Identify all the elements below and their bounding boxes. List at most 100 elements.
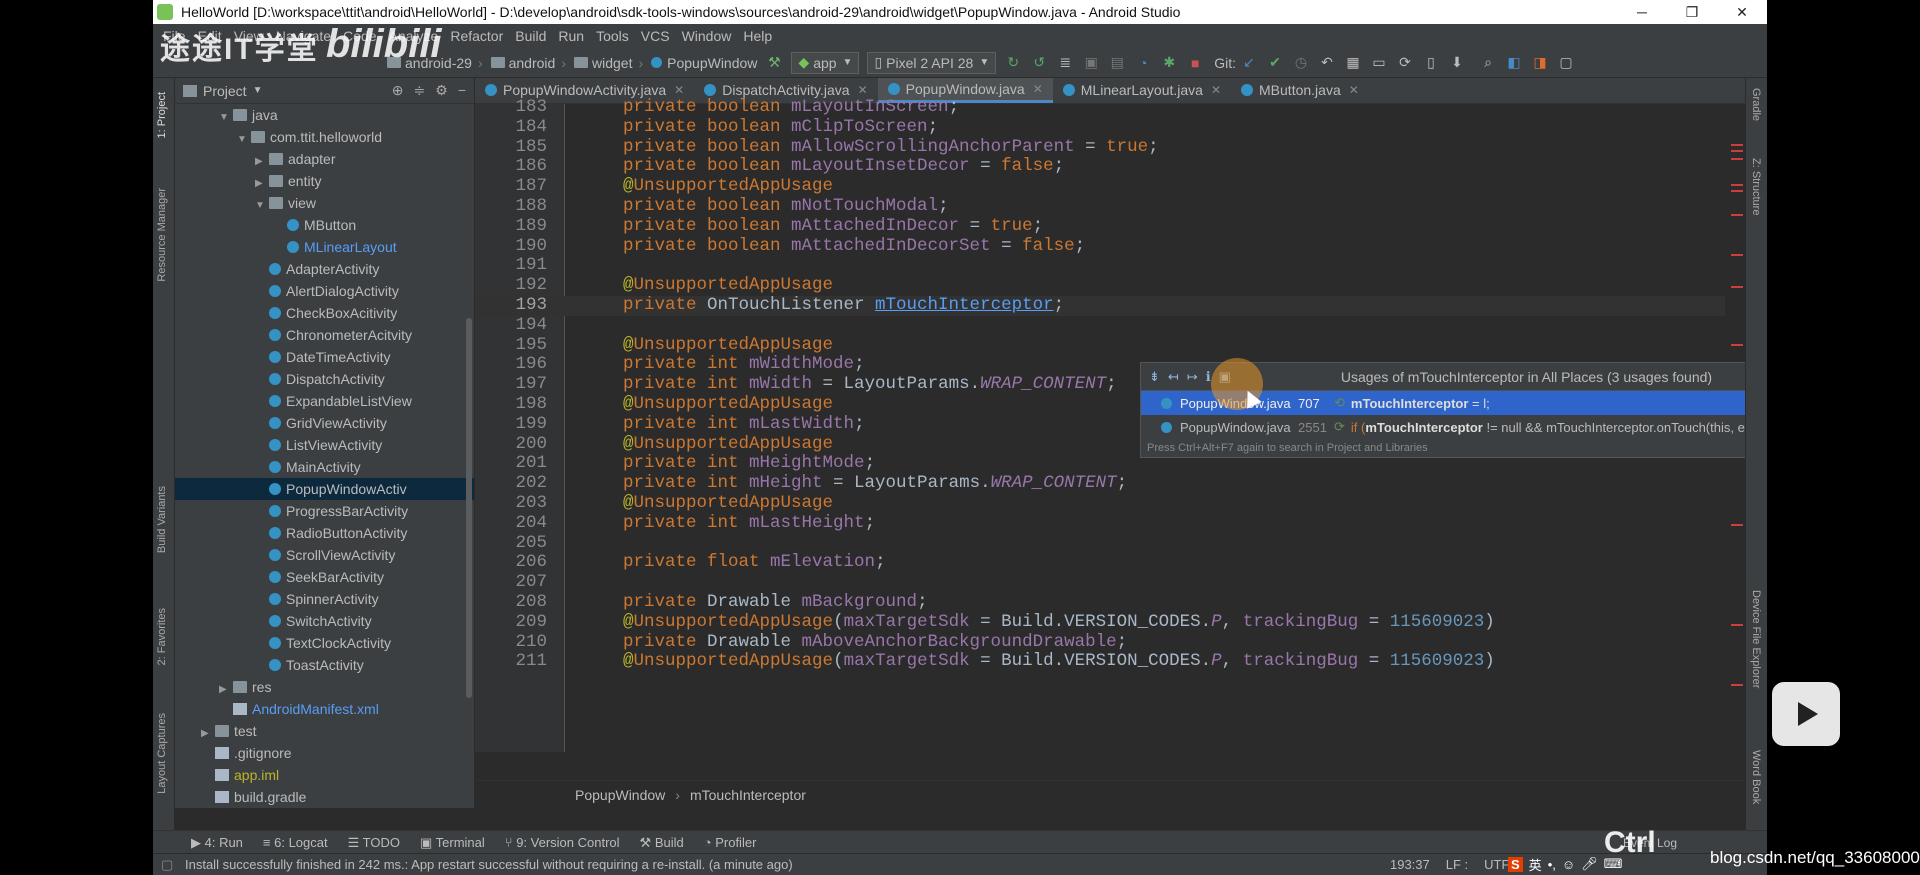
chevron-down-icon[interactable]: ▼ [253, 85, 263, 96]
code-line[interactable]: 211 @UnsupportedAppUsage(maxTargetSdk = B… [475, 651, 1725, 672]
close-icon[interactable]: ✕ [858, 83, 868, 97]
project-panel-title[interactable]: Project [203, 83, 247, 99]
tree-item[interactable]: ▶ res [175, 676, 474, 698]
tree-item[interactable]: GridViewActivity [175, 412, 474, 434]
tree-item[interactable]: SeekBarActivity [175, 566, 474, 588]
plugin-icon[interactable]: ◧ [1502, 52, 1526, 74]
code-line[interactable]: 207 [475, 572, 1725, 593]
code-line[interactable]: 192 @UnsupportedAppUsage [475, 275, 1725, 296]
locate-icon[interactable]: ⊕ [392, 82, 404, 99]
tree-item[interactable]: CheckBoxAcitivity [175, 302, 474, 324]
ime-language[interactable]: 英 [1529, 855, 1542, 874]
code-line[interactable]: 189 private boolean mAttachedInDecor = tr… [475, 216, 1725, 237]
close-icon[interactable]: ✕ [674, 83, 684, 97]
code-line[interactable]: 208 private Drawable mBackground; [475, 592, 1725, 613]
code-line[interactable]: 194 [475, 315, 1725, 336]
tree-item[interactable]: MainActivity [175, 456, 474, 478]
status-toggle-icon[interactable]: ▢ [161, 857, 173, 873]
code-line[interactable]: 188 private boolean mNotTouchModal; [475, 196, 1725, 217]
ime-punct-icon[interactable]: •, [1548, 857, 1556, 872]
close-icon[interactable]: ✕ [1211, 83, 1221, 97]
next-icon[interactable]: ↦ [1187, 369, 1198, 385]
breadcrumb-widget[interactable]: widget › [570, 55, 647, 71]
menu-tools[interactable]: Tools [590, 28, 635, 44]
tree-item[interactable]: build.gradle [175, 786, 474, 808]
tree-item[interactable]: ProgressBarActivity [175, 500, 474, 522]
tree-item[interactable]: TextClockActivity [175, 632, 474, 654]
close-button[interactable]: ✕ [1717, 4, 1767, 21]
minimize-button[interactable]: ─ [1617, 4, 1667, 20]
ime-emoji-icon[interactable]: ☺ [1562, 857, 1575, 872]
tree-item[interactable]: RadioButtonActivity [175, 522, 474, 544]
search-icon[interactable]: ⌕ [1476, 52, 1500, 74]
code-line[interactable]: 210 private Drawable mAboveAnchorBackgrou… [475, 632, 1725, 653]
breadcrumb-file[interactable]: PopupWindow [647, 55, 761, 71]
stop-icon[interactable]: ■ [1183, 52, 1207, 74]
tab-todo[interactable]: ☰ TODO [338, 835, 410, 851]
merge-icon[interactable]: ⇟ [1149, 369, 1160, 385]
project-structure-icon[interactable]: ▦ [1341, 52, 1365, 74]
tab-logcat[interactable]: ≡ 6: Logcat [253, 835, 338, 850]
tree-item[interactable]: ExpandableListView [175, 390, 474, 412]
device-select[interactable]: ▯ Pixel 2 API 28 ▼ [867, 51, 997, 74]
code-line[interactable]: 206 private float mElevation; [475, 552, 1725, 573]
plugin-icon[interactable]: ◨ [1528, 52, 1552, 74]
sdk-manager-icon[interactable]: ⬇ [1445, 52, 1469, 74]
sync-icon[interactable]: ⟳ [1393, 52, 1417, 74]
menu-help[interactable]: Help [737, 28, 778, 44]
code-line[interactable]: 195 @UnsupportedAppUsage [475, 335, 1725, 356]
tree-item[interactable]: ToastActivity [175, 654, 474, 676]
code-line[interactable]: 184 private boolean mClipToScreen; [475, 117, 1725, 138]
scrollbar[interactable] [466, 318, 472, 698]
tree-item[interactable]: MLinearLayout [175, 236, 474, 258]
code-line[interactable]: 204 private int mLastHeight; [475, 513, 1725, 534]
code-line[interactable]: 190 private boolean mAttachedInDecorSet =… [475, 236, 1725, 257]
tab-device-file-explorer[interactable]: Device File Explorer [1750, 590, 1762, 688]
close-icon[interactable]: ✕ [1033, 82, 1043, 96]
code-line[interactable]: 186 private boolean mLayoutInsetDecor = f… [475, 156, 1725, 177]
menu-build[interactable]: Build [509, 28, 552, 44]
menu-vcs[interactable]: VCS [635, 28, 676, 44]
sogou-ime-icon[interactable]: S [1508, 856, 1523, 872]
menu-run[interactable]: Run [552, 28, 590, 44]
ime-voice-icon[interactable]: 🎤︎ [1581, 856, 1598, 872]
code-line[interactable]: 203 @UnsupportedAppUsage [475, 493, 1725, 514]
tree-item[interactable]: ▶ entity [175, 170, 474, 192]
tree-item[interactable]: MButton [175, 214, 474, 236]
revert-icon[interactable]: ↶ [1315, 52, 1339, 74]
tab-run[interactable]: ▶ 4: Run [181, 835, 253, 851]
tree-item[interactable]: ▼ java [175, 104, 474, 126]
info-icon[interactable]: ℹ [1206, 369, 1211, 385]
tab-version-control[interactable]: ⑂ 9: Version Control [495, 835, 630, 850]
tree-item[interactable]: ListViewActivity [175, 434, 474, 456]
tree-item[interactable]: ▼ com.ttit.helloworld [175, 126, 474, 148]
code-line[interactable]: 187 @UnsupportedAppUsage [475, 176, 1725, 197]
tree-item[interactable]: AdapterActivity [175, 258, 474, 280]
tree-item[interactable]: AlertDialogActivity [175, 280, 474, 302]
code-line[interactable]: 209 @UnsupportedAppUsage(maxTargetSdk = B… [475, 612, 1725, 633]
breadcrumb-android[interactable]: android › [487, 55, 570, 71]
tree-item[interactable]: DateTimeActivity [175, 346, 474, 368]
collapse-icon[interactable]: ≑ [414, 82, 426, 99]
usage-row[interactable]: PopupWindow.java 2551 ⟳ if ( mTouchInter… [1141, 415, 1767, 439]
breadcrumb-class[interactable]: PopupWindow [575, 787, 665, 803]
tab-project[interactable]: 1: Project [156, 92, 168, 138]
hammer-icon[interactable]: ⚒ [762, 52, 786, 74]
tree-item[interactable]: ChronometerAcitvity [175, 324, 474, 346]
ime-keyboard-icon[interactable]: ⌨ [1604, 856, 1623, 872]
hide-icon[interactable]: − [458, 82, 466, 99]
code-line[interactable]: 185 private boolean mAllowScrollingAnchor… [475, 137, 1725, 158]
attach-debugger-icon[interactable]: ✱ [1157, 52, 1181, 74]
tree-item[interactable]: ▶ test [175, 720, 474, 742]
run-config-select[interactable]: ◆ app ▼ [791, 51, 860, 74]
tab-layout-captures[interactable]: Layout Captures [156, 713, 168, 794]
line-ending[interactable]: LF : [1446, 857, 1468, 872]
code-line[interactable]: 191 [475, 256, 1725, 276]
code-line[interactable]: 183 private boolean mLayoutInScreen; [475, 97, 1725, 118]
caret-position[interactable]: 193:37 [1390, 857, 1430, 872]
tab-profiler[interactable]: ◔ Profiler [694, 835, 767, 850]
tree-item[interactable]: PopupWindowActiv [175, 478, 474, 500]
code-line[interactable]: 202 private int mHeight = LayoutParams.WR… [475, 473, 1725, 494]
profile-icon[interactable]: ◔ [1131, 52, 1155, 74]
tab-build[interactable]: ⚒ Build [630, 835, 694, 851]
